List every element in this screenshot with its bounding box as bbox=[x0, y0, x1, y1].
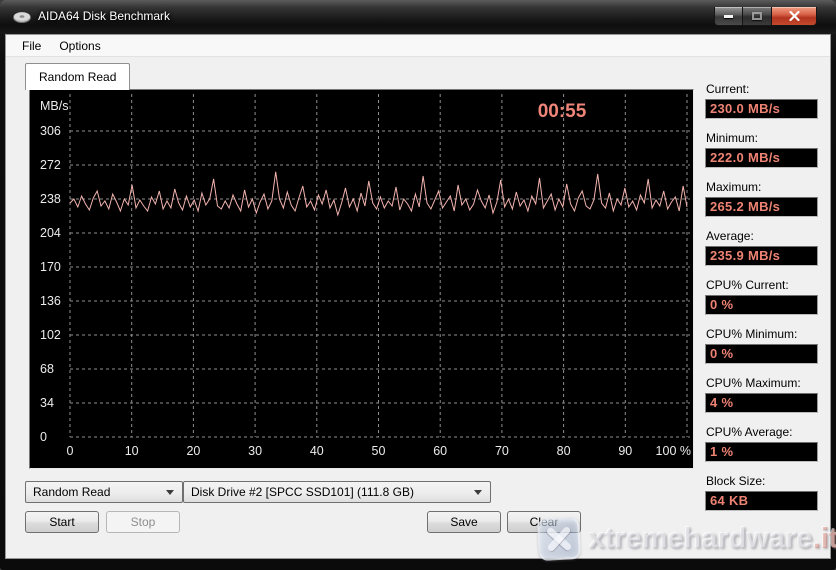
maximize-button[interactable] bbox=[743, 7, 771, 26]
stat-label: CPU% Current: bbox=[706, 278, 818, 292]
window-controls bbox=[714, 7, 817, 26]
stat-label: Minimum: bbox=[706, 131, 818, 145]
stat-item: Current: 230.0 MB/s bbox=[705, 82, 818, 119]
stat-label: Block Size: bbox=[706, 474, 818, 488]
svg-text:MB/s: MB/s bbox=[40, 99, 68, 113]
stat-value: 230.0 MB/s bbox=[705, 99, 818, 119]
elapsed-time: 00:55 bbox=[538, 101, 587, 122]
start-button[interactable]: Start bbox=[25, 511, 99, 533]
tab-random-read[interactable]: Random Read bbox=[25, 63, 130, 90]
svg-text:102: 102 bbox=[40, 328, 61, 342]
minimize-button[interactable] bbox=[714, 7, 743, 26]
app-window: AIDA64 Disk Benchmark File Options Rando… bbox=[0, 0, 836, 570]
stat-label: Maximum: bbox=[706, 180, 818, 194]
menu-file[interactable]: File bbox=[13, 36, 50, 56]
svg-text:306: 306 bbox=[40, 124, 61, 138]
drive-select-value: Disk Drive #2 [SPCC SSD101] (111.8 GB) bbox=[191, 485, 414, 499]
svg-text:204: 204 bbox=[40, 226, 61, 240]
client-area: File Options Random Read MB/s 306 272 238 20… bbox=[5, 34, 831, 559]
stat-value: 265.2 MB/s bbox=[705, 197, 818, 217]
svg-text:100 %: 100 % bbox=[656, 444, 691, 458]
stat-item: CPU% Maximum: 4 % bbox=[705, 376, 818, 413]
chart-panel: MB/s 306 272 238 204 170 136 102 68 34 0 0 10 20 30 40 5… bbox=[29, 89, 694, 469]
svg-text:272: 272 bbox=[40, 158, 61, 172]
svg-text:170: 170 bbox=[40, 260, 61, 274]
menu-options[interactable]: Options bbox=[50, 36, 109, 56]
minimize-icon bbox=[724, 15, 733, 18]
stat-item: CPU% Average: 1 % bbox=[705, 425, 818, 462]
stat-item: CPU% Minimum: 0 % bbox=[705, 327, 818, 364]
drive-select[interactable]: Disk Drive #2 [SPCC SSD101] (111.8 GB) bbox=[183, 481, 491, 503]
chevron-down-icon bbox=[166, 490, 174, 495]
save-button[interactable]: Save bbox=[427, 511, 501, 533]
close-icon bbox=[789, 11, 800, 21]
stop-button[interactable]: Stop bbox=[106, 511, 180, 533]
stat-label: CPU% Minimum: bbox=[706, 327, 818, 341]
svg-text:0: 0 bbox=[67, 444, 74, 458]
svg-text:70: 70 bbox=[495, 444, 509, 458]
svg-text:50: 50 bbox=[372, 444, 386, 458]
benchmark-select[interactable]: Random Read bbox=[25, 481, 183, 503]
stat-item: Minimum: 222.0 MB/s bbox=[705, 131, 818, 168]
stat-value: 0 % bbox=[705, 344, 818, 364]
benchmark-chart: MB/s 306 272 238 204 170 136 102 68 34 0 0 10 20 30 40 5… bbox=[30, 90, 693, 468]
svg-text:40: 40 bbox=[310, 444, 324, 458]
stat-value: 222.0 MB/s bbox=[705, 148, 818, 168]
svg-text:238: 238 bbox=[40, 192, 61, 206]
stat-value: 64 KB bbox=[705, 491, 818, 511]
chart-gridlines bbox=[70, 94, 690, 437]
stat-item: Average: 235.9 MB/s bbox=[705, 229, 818, 266]
stat-label: Average: bbox=[706, 229, 818, 243]
titlebar: AIDA64 Disk Benchmark bbox=[0, 0, 836, 34]
svg-text:0: 0 bbox=[40, 430, 47, 444]
stat-item: CPU% Current: 0 % bbox=[705, 278, 818, 315]
clear-button[interactable]: Clear bbox=[507, 511, 581, 533]
svg-text:90: 90 bbox=[618, 444, 632, 458]
stat-value: 4 % bbox=[705, 393, 818, 413]
svg-text:68: 68 bbox=[40, 362, 54, 376]
maximize-icon bbox=[752, 12, 762, 20]
stat-value: 0 % bbox=[705, 295, 818, 315]
close-button[interactable] bbox=[771, 7, 817, 26]
svg-text:20: 20 bbox=[186, 444, 200, 458]
chevron-down-icon bbox=[474, 490, 482, 495]
stat-item: Maximum: 265.2 MB/s bbox=[705, 180, 818, 217]
svg-text:80: 80 bbox=[557, 444, 571, 458]
stat-value: 235.9 MB/s bbox=[705, 246, 818, 266]
stat-label: Current: bbox=[706, 82, 818, 96]
chart-axis-labels: MB/s 306 272 238 204 170 136 102 68 34 0 0 10 20 30 40 5… bbox=[40, 99, 691, 458]
menubar: File Options bbox=[6, 35, 830, 57]
window-title: AIDA64 Disk Benchmark bbox=[38, 0, 170, 32]
stat-label: CPU% Average: bbox=[706, 425, 818, 439]
svg-text:34: 34 bbox=[40, 396, 54, 410]
svg-text:30: 30 bbox=[248, 444, 262, 458]
benchmark-select-value: Random Read bbox=[33, 485, 110, 499]
stat-label: CPU% Maximum: bbox=[706, 376, 818, 390]
svg-text:60: 60 bbox=[433, 444, 447, 458]
stat-item: Block Size: 64 KB bbox=[705, 474, 818, 511]
svg-text:136: 136 bbox=[40, 294, 61, 308]
svg-text:10: 10 bbox=[125, 444, 139, 458]
stats-panel: Current: 230.0 MB/s Minimum: 222.0 MB/s Maxi… bbox=[705, 82, 818, 523]
stat-value: 1 % bbox=[705, 442, 818, 462]
disk-drive-icon bbox=[13, 11, 31, 24]
